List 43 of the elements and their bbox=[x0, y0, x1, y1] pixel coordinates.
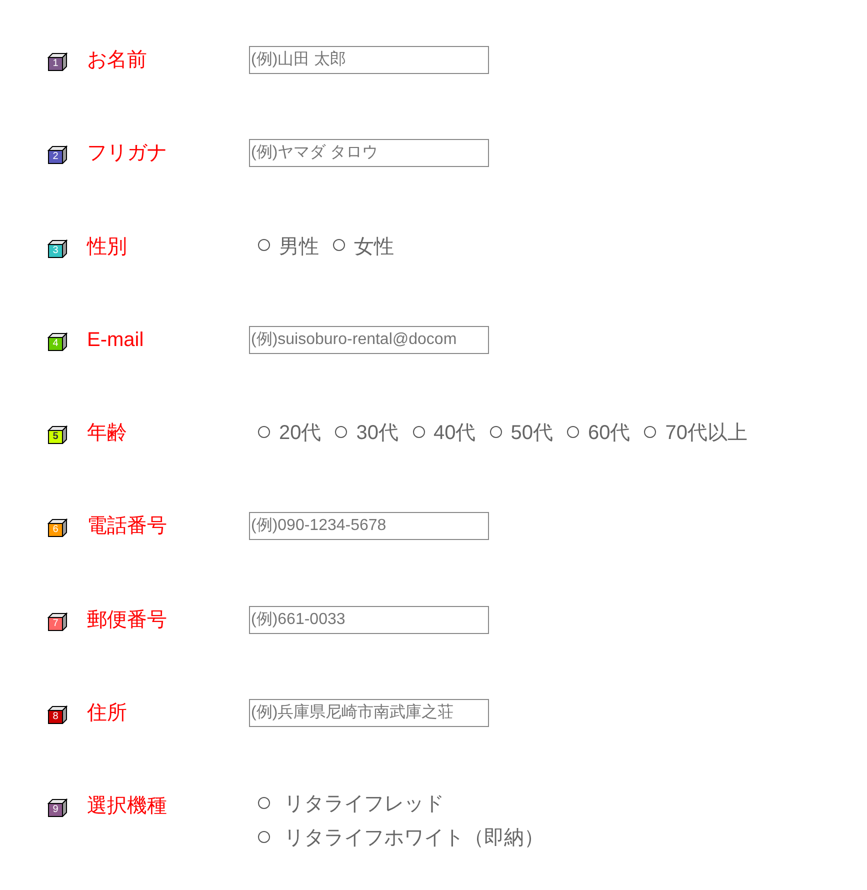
field-label: 郵便番号 bbox=[87, 608, 167, 633]
radio-option[interactable]: 女性 bbox=[333, 232, 394, 261]
radio-option[interactable]: 50代 bbox=[490, 419, 553, 448]
cube-number: 4 bbox=[52, 338, 60, 350]
cube-number: 9 bbox=[52, 804, 60, 816]
cube-icon bbox=[47, 798, 68, 818]
field-label: 年齢 bbox=[87, 421, 127, 446]
text-input[interactable]: (例)ヤマダ タロウ bbox=[249, 139, 489, 168]
field-label: 性別 bbox=[87, 234, 127, 260]
cube-icon bbox=[47, 332, 68, 351]
cube-icon bbox=[47, 145, 68, 164]
radio-option[interactable]: リタライフホワイト（即納） bbox=[258, 821, 544, 856]
field-label: フリガナ bbox=[87, 141, 167, 166]
text-input[interactable]: (例)兵庫県尼崎市南武庫之荘 bbox=[249, 699, 489, 728]
text-input[interactable]: (例)661-0033 bbox=[249, 606, 489, 634]
text-input[interactable]: (例)山田 太郎 bbox=[249, 46, 489, 74]
text-input[interactable]: (例)suisoburo-rental@docom bbox=[249, 326, 489, 354]
field-label: E-mail bbox=[87, 328, 144, 353]
cube-number: 2 bbox=[52, 151, 60, 164]
radio-option[interactable]: 60代 bbox=[567, 419, 630, 448]
cube-icon bbox=[47, 425, 68, 444]
radio-option[interactable]: 70代以上 bbox=[644, 419, 748, 448]
cube-number: 5 bbox=[52, 431, 60, 444]
radio-option[interactable]: 男性 bbox=[258, 232, 319, 261]
radio-option[interactable]: 20代 bbox=[258, 419, 322, 448]
field-label: 電話番号 bbox=[87, 514, 167, 540]
field-label: 選択機種 bbox=[87, 794, 167, 820]
field-label: お名前 bbox=[87, 48, 147, 73]
cube-icon bbox=[47, 612, 68, 631]
cube-number: 8 bbox=[52, 711, 60, 724]
text-input[interactable]: (例)090-1234-5678 bbox=[249, 512, 489, 540]
cube-icon bbox=[47, 518, 68, 538]
radio-option[interactable]: 40代 bbox=[412, 419, 476, 448]
cube-number: 7 bbox=[52, 618, 60, 630]
field-label: 住所 bbox=[87, 701, 127, 726]
cube-icon bbox=[47, 52, 68, 71]
cube-icon bbox=[47, 238, 68, 258]
cube-number: 1 bbox=[52, 58, 60, 70]
radio-option[interactable]: リタライフレッド bbox=[258, 787, 544, 822]
cube-icon bbox=[47, 705, 68, 724]
radio-option[interactable]: 30代 bbox=[335, 419, 398, 448]
cube-number: 3 bbox=[52, 244, 60, 257]
cube-number: 6 bbox=[52, 524, 60, 536]
